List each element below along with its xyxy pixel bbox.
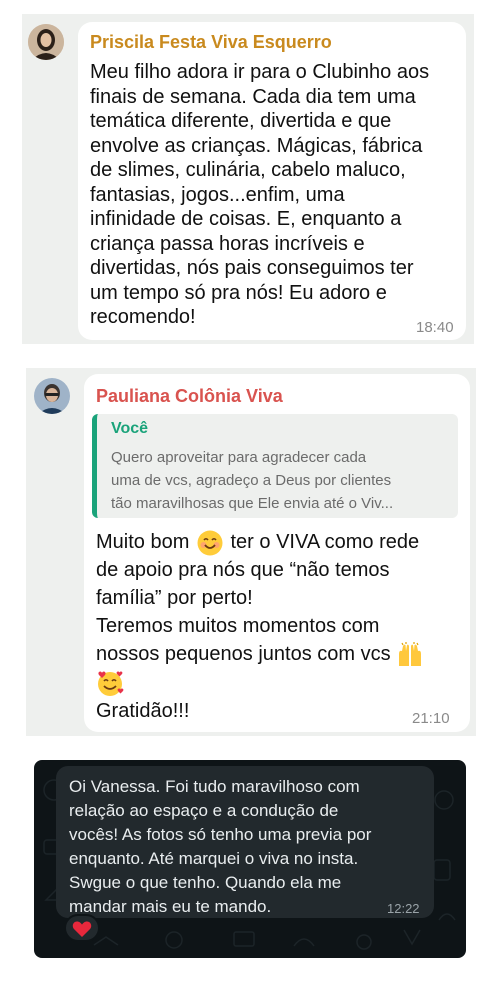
message-time: 21:10 [412, 710, 450, 727]
sender-name: Priscila Festa Viva Esquerro [90, 32, 332, 52]
raising-hands-icon [396, 641, 424, 668]
quote-author: Você [111, 420, 149, 437]
smiling-face-icon [197, 530, 223, 556]
message-time: 12:22 [387, 901, 420, 916]
avatar-priscila[interactable] [28, 24, 64, 60]
red-heart-icon [72, 920, 92, 943]
reaction-bubble[interactable] [64, 914, 100, 942]
message-text: Muito bom ter o VIVA como rede de apoio … [96, 528, 424, 725]
avatar-pauliana[interactable] [34, 378, 70, 414]
quoted-reply[interactable]: Você Quero aproveitar para agradecer cad… [92, 414, 458, 518]
avatar-photo-icon [28, 24, 64, 60]
message-text: Meu filho adora ir para o Clubinho aos f… [90, 61, 430, 328]
sender-name: Pauliana Colônia Viva [96, 386, 283, 406]
avatar-photo-icon [34, 378, 70, 414]
smiling-face-with-hearts-icon [96, 669, 124, 697]
quote-text: Quero aproveitar para agradecer cada uma… [111, 449, 394, 512]
message-time: 18:40 [416, 319, 454, 336]
message-text: Oi Vanessa. Foi tudo maravilhoso com rel… [69, 777, 372, 916]
